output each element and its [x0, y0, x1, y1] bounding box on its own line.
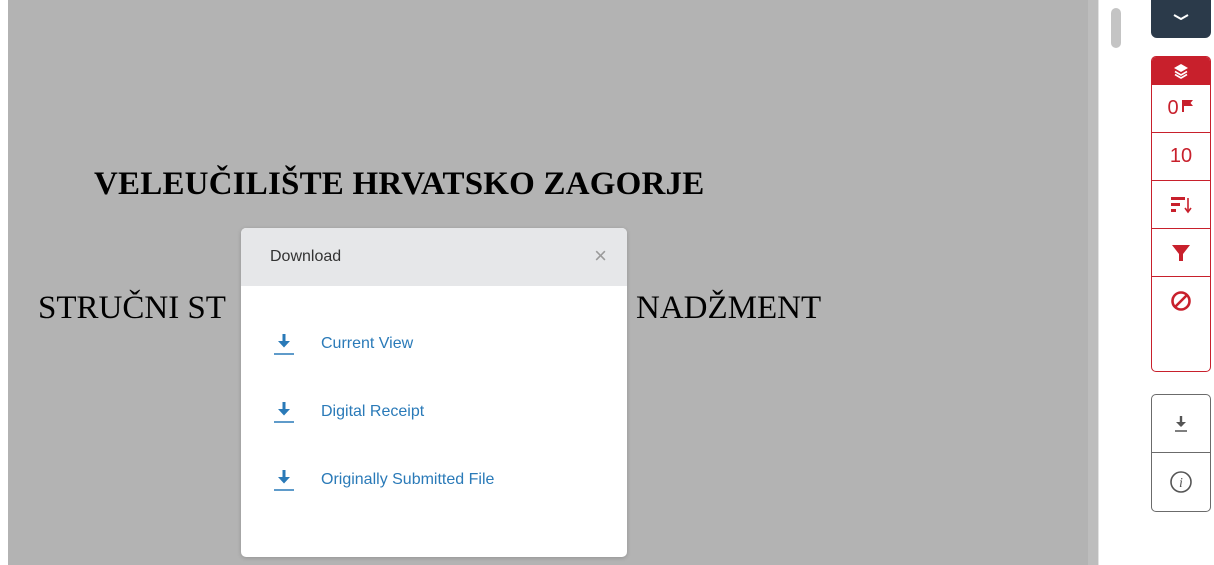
filter-icon [1172, 244, 1190, 261]
document-subtitle-right: NADŽMENT [636, 290, 822, 326]
flags-count: 0 [1167, 97, 1179, 119]
download-current-view[interactable]: Current View [271, 330, 413, 358]
ban-icon [1171, 290, 1191, 311]
dialog-title: Download [270, 248, 342, 265]
document-subtitle-left: STRUČNI ST [38, 290, 226, 326]
dialog-header: Download × [241, 228, 627, 286]
match-overview-button[interactable] [1152, 57, 1210, 84]
download-digital-receipt-label[interactable]: Digital Receipt [321, 403, 424, 421]
download-current-view-label[interactable]: Current View [321, 335, 413, 353]
download-icon [271, 398, 297, 426]
close-icon[interactable]: × [594, 244, 607, 268]
sort-button[interactable] [1152, 180, 1210, 228]
svg-text:i: i [1179, 476, 1183, 491]
layers-icon [1173, 14, 1189, 20]
viewer-edge [1088, 0, 1098, 565]
layers-button[interactable] [1151, 0, 1211, 38]
scrollbar-track[interactable] [1098, 0, 1129, 565]
download-original-file[interactable]: Originally Submitted File [271, 466, 494, 494]
info-button[interactable]: i [1152, 452, 1210, 511]
download-dialog: Download × Current View Digital Receipt [241, 228, 627, 557]
utility-tools-group: i [1151, 394, 1211, 512]
download-icon [1175, 415, 1187, 432]
download-digital-receipt[interactable]: Digital Receipt [271, 398, 424, 426]
filter-button[interactable] [1152, 228, 1210, 276]
scrollbar-thumb[interactable] [1111, 8, 1121, 48]
document-title: VELEUČILIŠTE HRVATSKO ZAGORJE [94, 166, 705, 202]
download-original-file-label[interactable]: Originally Submitted File [321, 471, 494, 489]
flags-button[interactable]: 0 [1152, 84, 1210, 132]
match-count: 10 [1169, 145, 1193, 167]
info-icon: i [1170, 471, 1192, 493]
download-icon [271, 466, 297, 494]
match-tools-group: 0 10 [1151, 56, 1211, 372]
flag-icon [1181, 99, 1193, 112]
download-button[interactable] [1152, 395, 1210, 452]
layers-icon [1174, 63, 1188, 79]
match-count-button[interactable]: 10 [1152, 132, 1210, 180]
exclude-button[interactable] [1152, 276, 1210, 324]
sort-icon [1171, 196, 1192, 213]
download-icon [271, 330, 297, 358]
